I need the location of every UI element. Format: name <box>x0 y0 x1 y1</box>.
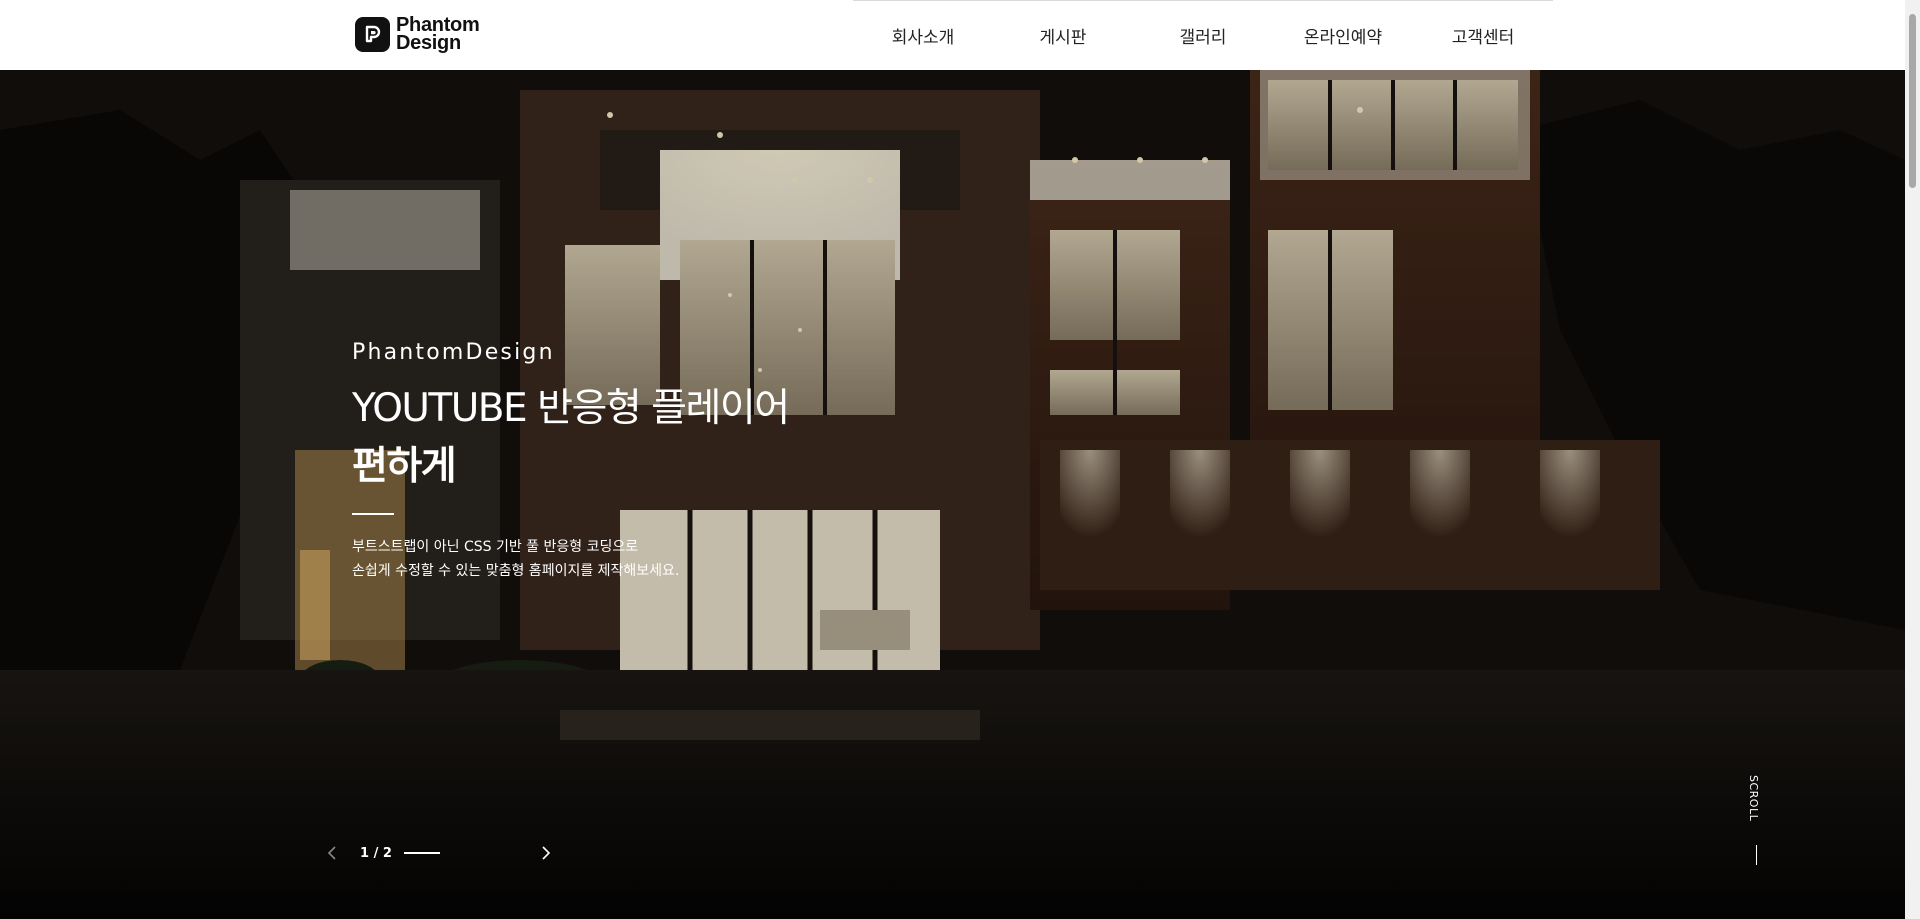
slide-progress-bar <box>403 852 440 854</box>
slide-progress-track <box>440 852 536 854</box>
hero-description-line-1: 부트스트랩이 아닌 CSS 기반 풀 반응형 코딩으로 <box>352 539 639 555</box>
nav-item-reservation[interactable]: 온라인예약 <box>1273 0 1413 70</box>
scrollbar-thumb[interactable] <box>1909 14 1916 188</box>
hero-divider <box>352 513 394 515</box>
scroll-indicator-line <box>1756 845 1757 865</box>
hero-description-line-2: 손쉽게 수정할 수 있는 맞춤형 홈페이지를 제작해보세요. <box>352 563 680 579</box>
hero-dim-overlay <box>0 70 1905 919</box>
logo-wordmark: Phantom Design <box>396 15 480 54</box>
chevron-left-icon[interactable] <box>322 843 342 863</box>
page-scrollbar[interactable] <box>1905 0 1920 919</box>
main-nav: 회사소개 게시판 갤러리 온라인예약 고객센터 <box>853 0 1553 70</box>
hero-headline-line-1: YOUTUBE 반응형 플레이어 <box>352 386 790 431</box>
hero-description: 부트스트랩이 아닌 CSS 기반 풀 반응형 코딩으로 손쉽게 수정할 수 있는… <box>352 535 679 583</box>
hero-slider: PhantomDesign YOUTUBE 반응형 플레이어 편하게 부트스트랩… <box>0 70 1905 919</box>
hero-eyebrow: PhantomDesign <box>352 340 555 365</box>
nav-item-gallery[interactable]: 갤러리 <box>1133 0 1273 70</box>
logo-line-2: Design <box>396 32 461 54</box>
hero-headline-line-2: 편하게 <box>352 444 457 489</box>
phantom-logo-icon <box>355 16 390 52</box>
scroll-indicator-label: SCROLL <box>1747 775 1760 822</box>
nav-item-board[interactable]: 게시판 <box>993 0 1133 70</box>
nav-item-support[interactable]: 고객센터 <box>1413 0 1553 70</box>
chevron-right-icon[interactable] <box>536 843 556 863</box>
nav-item-company[interactable]: 회사소개 <box>853 0 993 70</box>
site-header: Phantom Design 회사소개 게시판 갤러리 온라인예약 고객센터 <box>0 0 1905 70</box>
hero-headline: YOUTUBE 반응형 플레이어 편하게 <box>352 380 790 496</box>
slide-counter: 1 / 2 <box>360 845 392 861</box>
slider-controls: 1 / 2 <box>322 843 556 863</box>
site-logo[interactable]: Phantom Design <box>355 15 480 54</box>
